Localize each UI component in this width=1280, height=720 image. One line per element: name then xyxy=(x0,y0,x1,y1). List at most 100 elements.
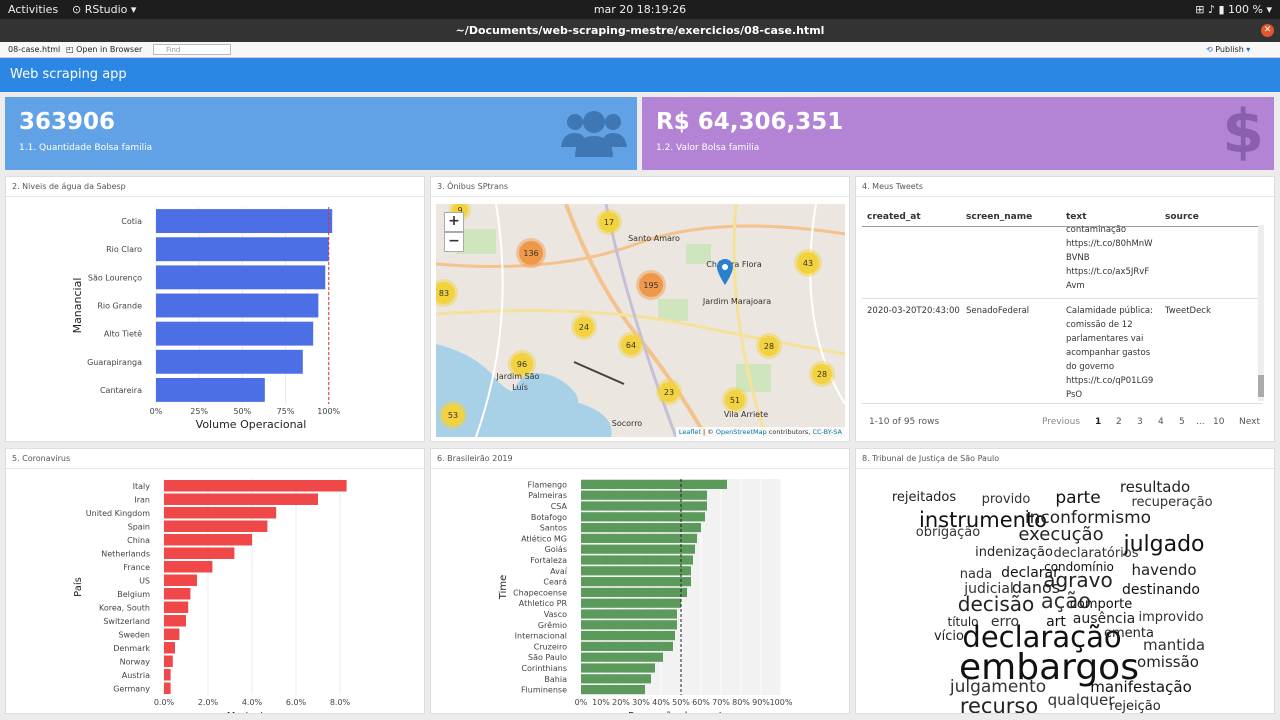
tweet-text-line: https://t.co/qP01LG9 xyxy=(1066,376,1154,386)
col-created-at[interactable]: created_at xyxy=(867,212,921,222)
bar xyxy=(581,512,705,522)
viewer-toolbar: 08-case.html ◰ Open in Browser ⌕ Find ⟲ … xyxy=(0,42,1280,58)
word-cloud-word: vício xyxy=(934,629,964,644)
y-tick-label: Rio Grande xyxy=(97,302,142,311)
word-cloud: rejeitados provido parteresultadorecuperaç… xyxy=(892,478,1213,718)
find-input[interactable]: Find xyxy=(153,44,231,55)
bar xyxy=(164,534,252,546)
bar xyxy=(581,587,687,597)
bar xyxy=(581,533,697,543)
col-screen-name[interactable]: screen_name xyxy=(966,212,1032,222)
place-label: Chácara Flora xyxy=(706,260,762,269)
y-tick-label: Avaí xyxy=(550,567,568,576)
card-tribunal: 8. Tribunal de Justiça de São Paulo reje… xyxy=(855,448,1275,718)
tweet-text-line: Avm xyxy=(1066,281,1085,291)
word-cloud-word: obrigação xyxy=(916,525,980,540)
bar xyxy=(164,493,318,505)
coronavirus-chart: 0.0% 2.0% 4.0% 6.0% 8.0% Italy Iran United King… xyxy=(72,479,351,720)
word-cloud-word: rejeição xyxy=(1109,699,1160,713)
osm-link[interactable]: OpenStreetMap xyxy=(716,428,767,436)
y-tick-label: Bahia xyxy=(544,675,567,684)
previous-button[interactable]: Previous xyxy=(1042,417,1080,427)
y-tick-label: Norway xyxy=(120,657,151,666)
bar xyxy=(581,641,673,651)
leaflet-link[interactable]: Leaflet xyxy=(679,428,701,436)
bar xyxy=(581,685,645,695)
value-box-caption: 1.2. Valor Bolsa familia xyxy=(656,143,760,153)
y-axis-label: Time xyxy=(498,575,509,600)
close-window-button[interactable]: ✕ xyxy=(1261,24,1274,37)
y-tick-label: Cruzeiro xyxy=(534,642,567,651)
bar xyxy=(164,615,186,627)
page-3-button[interactable]: 3 xyxy=(1137,417,1143,427)
place-label: Jardim São xyxy=(496,372,540,381)
y-tick-label: Cantareira xyxy=(100,386,142,395)
bar xyxy=(156,209,333,234)
zoom-out-button[interactable]: − xyxy=(444,232,464,252)
word-cloud-word: nada xyxy=(960,567,992,582)
cluster-count: 96 xyxy=(517,360,527,369)
page-5-button[interactable]: 5 xyxy=(1179,417,1185,427)
open-in-browser-button[interactable]: ◰ Open in Browser xyxy=(66,45,142,54)
system-tray[interactable]: ⊞ ♪ ▮ 100 % ▾ xyxy=(1195,3,1272,16)
attribution-text: contributors, xyxy=(766,428,813,436)
tweet-text-line: parlamentares vai xyxy=(1066,334,1144,344)
word-cloud-word: declaratórios xyxy=(1053,546,1138,561)
page-1-button[interactable]: 1 xyxy=(1095,417,1101,427)
word-cloud-word: indenização xyxy=(975,545,1053,560)
y-tick-label: São Paulo xyxy=(528,653,567,662)
brasileirao-chart: 0% 10% 20% 30% 40% 50% 60% 70% 80% 90% 100% Flameng… xyxy=(498,479,793,720)
table-row: 2020-03-20T20:43:00 SenadoFederal Calami… xyxy=(862,299,1262,404)
card-title: 8. Tribunal de Justiça de São Paulo xyxy=(856,449,1274,469)
publish-label: Publish xyxy=(1215,45,1244,54)
table-scrollbar-thumb[interactable] xyxy=(1258,375,1264,397)
table-header: created_at screen_name text source xyxy=(862,203,1262,227)
bus-map[interactable]: 9 17 136 43 83 195 24 64 28 96 28 23 51 53 Santo Amaro… xyxy=(436,204,845,437)
page-ellipsis: ... xyxy=(1196,417,1205,427)
map-pin-icon[interactable] xyxy=(717,259,733,285)
y-tick-label: Grêmio xyxy=(538,620,567,630)
tweet-source: TweetDeck xyxy=(1165,306,1211,316)
file-name: 08-case.html xyxy=(8,45,61,54)
word-cloud-word: mantida xyxy=(1143,636,1205,654)
x-axis-label: Volume Operacional xyxy=(196,418,307,431)
word-cloud-word: omissão xyxy=(1137,653,1199,671)
publish-button[interactable]: ⟲ Publish ▾ xyxy=(1206,45,1250,54)
bar xyxy=(164,642,175,654)
tweets-table-wrapper[interactable]: created_at screen_name text source conta… xyxy=(856,199,1274,404)
word-cloud-word: recurso xyxy=(960,694,1038,713)
bar xyxy=(156,265,326,290)
next-button[interactable]: Next xyxy=(1239,417,1260,427)
x-tick-label: 70% xyxy=(712,698,730,707)
page-4-button[interactable]: 4 xyxy=(1158,417,1164,427)
card-title: 2. Niveis de água da Sabesp xyxy=(6,177,424,197)
bar xyxy=(164,574,197,586)
y-tick-label: Internacional xyxy=(515,632,567,641)
cluster-count: 136 xyxy=(523,249,538,258)
system-top-bar: Activities ⊙ RStudio ▾ mar 20 18:19:26 ⊞… xyxy=(0,0,1280,19)
page-10-button[interactable]: 10 xyxy=(1213,417,1224,427)
col-text[interactable]: text xyxy=(1066,212,1087,222)
attribution-sep: | © xyxy=(700,428,716,436)
y-tick-label: China xyxy=(127,536,150,545)
page-2-button[interactable]: 2 xyxy=(1116,417,1122,427)
cluster-count: 28 xyxy=(764,342,774,351)
y-tick-label: Ceará xyxy=(543,578,567,587)
bar xyxy=(581,523,701,533)
zoom-in-button[interactable]: + xyxy=(444,212,464,232)
license-link[interactable]: CC-BY-SA xyxy=(812,428,842,436)
x-tick-label: 75% xyxy=(277,407,295,416)
col-source[interactable]: source xyxy=(1165,212,1199,222)
value-box-caption: 1.1. Quantidade Bolsa familia xyxy=(19,143,153,153)
dashboard-title[interactable]: Web scraping app xyxy=(10,67,127,82)
bar xyxy=(164,588,191,600)
bar xyxy=(164,507,277,519)
x-tick-label: 50% xyxy=(672,698,690,707)
clock[interactable]: mar 20 18:19:26 xyxy=(0,3,1280,16)
word-cloud-word: resultado xyxy=(1120,478,1190,496)
word-cloud-word: improvido xyxy=(1138,610,1203,625)
bar xyxy=(164,669,171,681)
x-tick-label: 60% xyxy=(692,698,710,707)
y-tick-label: CSA xyxy=(551,502,568,511)
place-label: Jardim Marajoara xyxy=(702,297,771,306)
